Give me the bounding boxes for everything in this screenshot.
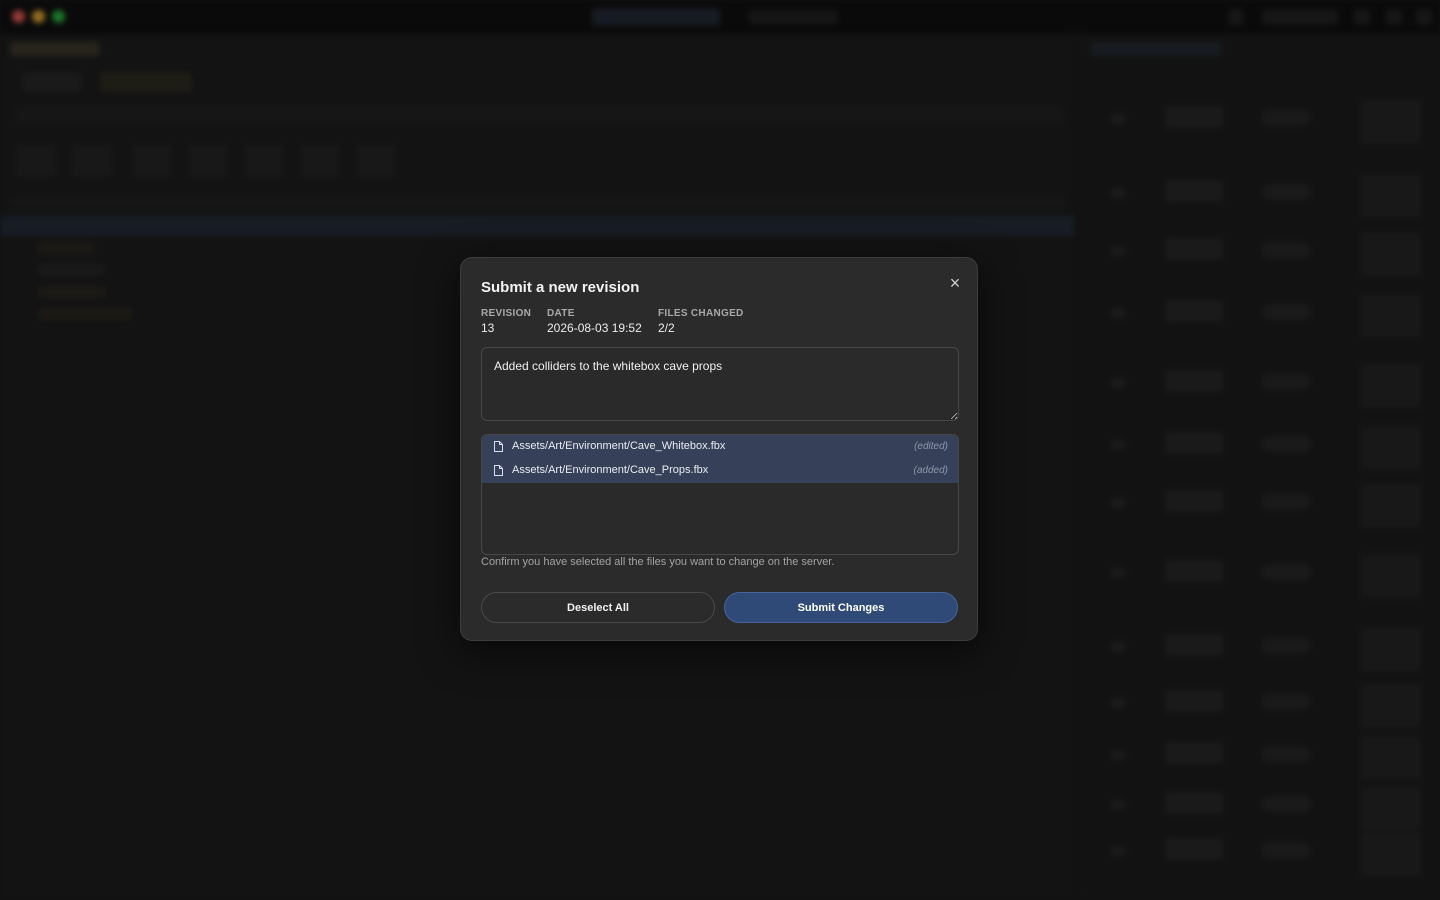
files-changed-label: FILES CHANGED [658,308,744,319]
history-row [1101,174,1431,218]
selected-row [0,216,1075,236]
submit-changes-button[interactable]: Submit Changes [724,592,958,623]
history-row [1101,294,1431,338]
title-bar [0,0,1440,34]
files-changed-value: 2/2 [658,321,675,335]
toolbar-icon [1228,9,1244,25]
close-window-button[interactable] [12,10,25,23]
branch-selector [748,10,838,24]
history-row [1101,484,1431,528]
file-status: (edited) [914,441,948,452]
tree-row [38,308,132,320]
toolbar-button [300,144,340,178]
history-row [1101,232,1431,276]
tree-row [38,242,94,254]
minimize-window-button[interactable] [32,10,45,23]
file-icon [494,465,503,476]
zoom-window-button[interactable] [52,10,65,23]
file-row[interactable]: Assets/Art/Environment/Cave_Whitebox.fbx… [482,435,958,459]
toolbar-button [356,144,396,178]
toolbar-button [188,144,228,178]
confirmation-hint: Confirm you have selected all the files … [481,556,835,568]
file-path: Assets/Art/Environment/Cave_Props.fbx [512,464,709,476]
history-row [1101,736,1431,780]
pane-header [10,42,100,56]
history-row [1101,832,1431,876]
revision-label: REVISION [481,308,532,319]
path-bar [14,106,1064,124]
pane-tab [100,72,192,92]
changed-files-list: Assets/Art/Environment/Cave_Whitebox.fbx… [481,434,959,555]
history-row [1101,684,1431,728]
revision-info: REVISION 13 [481,308,531,335]
close-icon[interactable]: × [945,273,965,293]
tree-row [38,264,104,276]
dialog-title: Submit a new revision [481,279,640,296]
history-row [1101,628,1431,672]
revision-value: 13 [481,321,495,335]
history-pane [1080,34,1440,900]
toolbar-button [16,144,56,178]
files-changed-info: FILES CHANGED 2/2 [658,308,744,335]
file-status: (added) [913,465,948,476]
deselect-all-button[interactable]: Deselect All [481,592,715,623]
workspace-selector [592,8,720,26]
date-info: DATE 2026-08-03 19:52 [547,308,642,335]
submit-revision-dialog: Submit a new revision × REVISION 13 DATE… [460,257,978,641]
history-row [1101,100,1431,144]
file-path: Assets/Art/Environment/Cave_Whitebox.fbx [512,440,726,452]
history-row [1101,426,1431,470]
column-headers [10,196,1065,208]
toolbar-button [244,144,284,178]
toolbar-icon [1354,9,1370,25]
user-menu [1262,9,1338,25]
pane-header [1091,42,1221,56]
history-row [1101,554,1431,598]
tree-row [38,286,106,298]
file-row[interactable]: Assets/Art/Environment/Cave_Props.fbx (a… [482,459,958,483]
toolbar-icon [1416,9,1432,25]
toolbar-button [132,144,172,178]
file-icon [494,441,503,452]
toolbar-button [72,144,112,178]
history-row [1101,786,1431,830]
commit-message-input[interactable]: Added colliders to the whitebox cave pro… [481,347,959,421]
pane-tab [22,72,82,92]
toolbar-icon [1386,9,1402,25]
date-value: 2026-08-03 19:52 [547,321,642,335]
history-row [1101,364,1431,408]
date-label: DATE [547,308,575,319]
